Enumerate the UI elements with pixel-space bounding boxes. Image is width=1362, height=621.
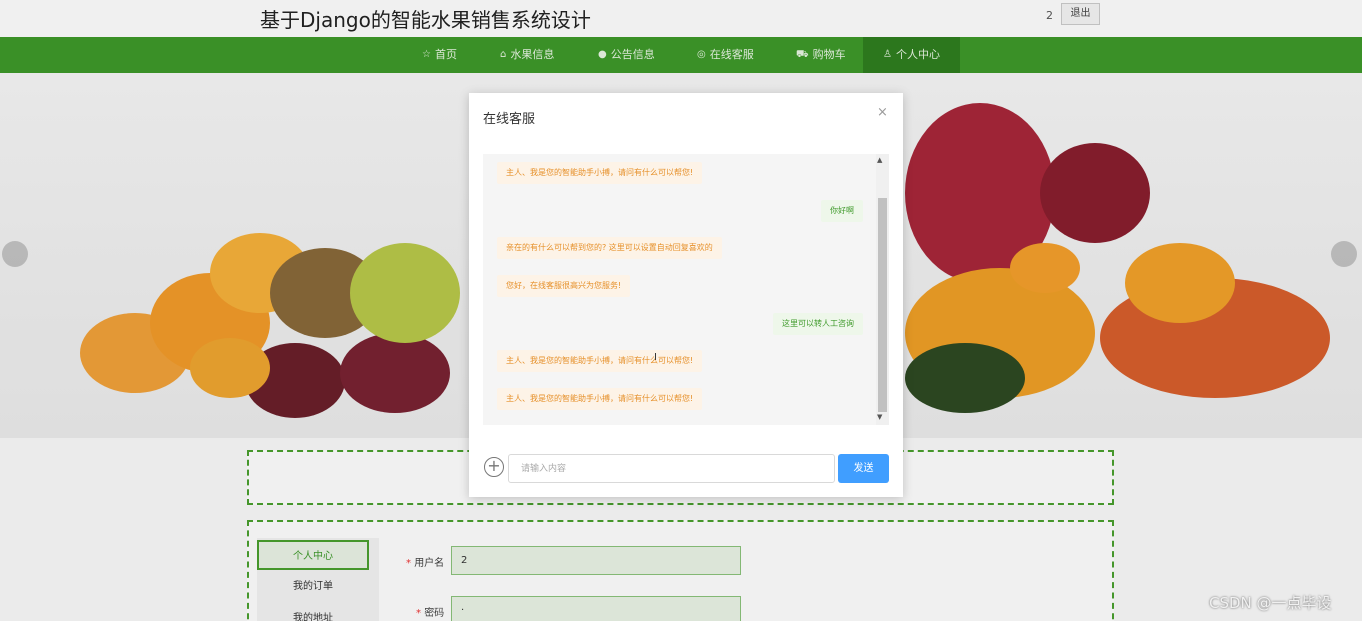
- close-icon[interactable]: ×: [877, 105, 888, 120]
- chat-message-user: 你好啊: [821, 200, 863, 222]
- chat-message-bot: 主人、我是您的智能助手小搏，请问有什么可以帮您!: [497, 350, 703, 372]
- dialog-title: 在线客服: [483, 112, 536, 127]
- add-attachment-icon[interactable]: +: [484, 457, 504, 477]
- chat-scrollbar-thumb[interactable]: [878, 198, 887, 412]
- chat-message-bot: 您好，在线客服很高兴为您服务!: [497, 275, 631, 297]
- text-cursor-icon: I: [654, 352, 657, 363]
- online-service-dialog: 在线客服 × 主人、我是您的智能助手小搏，请问有什么可以帮您! 你好啊 亲在的有…: [469, 93, 903, 497]
- chat-message-user: 这里可以转人工咨询: [773, 313, 863, 335]
- scroll-up-icon[interactable]: ▲: [877, 156, 882, 164]
- chat-message-bot: 主人、我是您的智能助手小搏，请问有什么可以帮您!: [497, 162, 703, 184]
- chat-input[interactable]: [508, 454, 835, 483]
- chat-message-bot: 主人、我是您的智能助手小搏，请问有什么可以帮您!: [497, 388, 703, 410]
- send-button[interactable]: 发送: [838, 454, 889, 483]
- chat-message-list[interactable]: 主人、我是您的智能助手小搏，请问有什么可以帮您! 你好啊 亲在的有什么可以帮到您…: [483, 154, 889, 425]
- scroll-down-icon[interactable]: ▼: [877, 413, 882, 421]
- chat-message-bot: 亲在的有什么可以帮到您的? 这里可以设置自动回复喜欢的: [497, 237, 722, 259]
